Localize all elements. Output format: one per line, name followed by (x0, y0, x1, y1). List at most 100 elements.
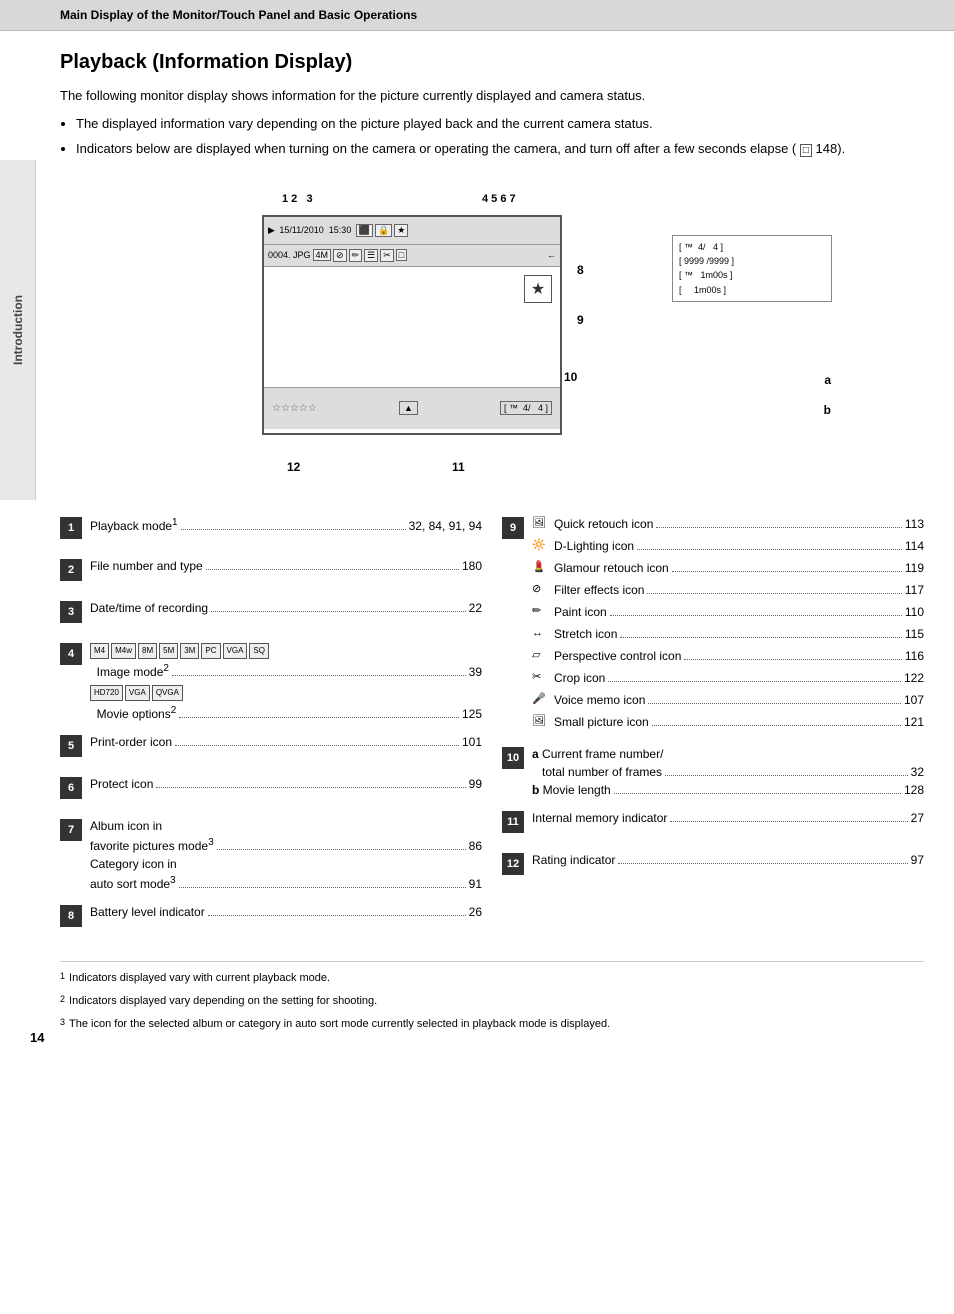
item-4-content: M4 M4w 8M 5M 3M PC VGA SQ Image mode2 (90, 641, 482, 723)
sub-item-small-picture: 🖼 Small picture icon 121 (532, 713, 924, 731)
item-10-pages-a: 32 (911, 763, 924, 781)
crop-text: Crop icon (554, 669, 605, 687)
item-8-leader (208, 915, 466, 916)
item-10-leader-a (665, 775, 908, 776)
item-11-leader (670, 821, 907, 822)
perspective-line: Perspective control icon 116 (554, 647, 924, 665)
item-11-num: 11 (502, 811, 524, 833)
intro-text1: The following monitor display shows info… (60, 88, 645, 103)
icon-5m: 5M (159, 643, 178, 659)
img-mode-2: ⊘ (333, 249, 347, 262)
page: Main Display of the Monitor/Touch Panel … (0, 0, 954, 1059)
item-10-content: a Current frame number/ total number of … (532, 745, 924, 799)
item-7-row: 7 Album icon in favorite pictures mode3 … (60, 817, 482, 893)
item-10-num: 10 (502, 747, 524, 769)
item-6-line: Protect icon 99 (90, 775, 482, 793)
icon-4m: M4 (90, 643, 109, 659)
item-1-num: 1 (60, 517, 82, 539)
item-9-num: 9 (502, 517, 524, 539)
item-7-text-d: auto sort mode3 (90, 873, 176, 893)
frame-line-1: [ ™ 4/ 4 ] (679, 240, 825, 254)
footnote-1-sup: 1 (60, 970, 65, 989)
diagram-area: 1 2 3 4 5 6 7 ▶ 15/11/2010 15:30 ⬛ 🔒 ★ 0 (60, 175, 924, 495)
item-4-icons-b: HD720 VGA QVGA (90, 685, 482, 701)
item-10-text-b: b Movie length (532, 781, 611, 799)
paint-leader (610, 615, 902, 616)
item-7-text-b: favorite pictures mode3 (90, 835, 214, 855)
quick-retouch-text: Quick retouch icon (554, 515, 653, 533)
item-6-content: Protect icon 99 (90, 775, 482, 793)
diag-label-123: 1 2 3 (282, 193, 313, 205)
section-title: Playback (Information Display) (60, 51, 924, 74)
ref-icon: □ (800, 144, 812, 157)
filter-effects-icon: ⊘ (532, 581, 550, 598)
item-5-pages: 101 (462, 733, 482, 751)
item-7-line-c: Category icon in (90, 855, 482, 873)
item-7-pages-a: 86 (469, 837, 482, 855)
item-4-text-b: Movie options2 (90, 703, 176, 723)
item-9-sub-items: 🖼 Quick retouch icon 113 🔆 (532, 515, 924, 731)
dlighting-text: D-Lighting icon (554, 537, 634, 555)
quick-retouch-line: Quick retouch icon 113 (554, 515, 924, 533)
item-3-content: Date/time of recording 22 (90, 599, 482, 617)
item-1-row: 1 Playback mode1 32, 84, 91, 94 (60, 515, 482, 547)
sub-item-stretch: ↔ Stretch icon 115 (532, 625, 924, 643)
dlighting-line: D-Lighting icon 114 (554, 537, 924, 555)
item-7-content: Album icon in favorite pictures mode3 86… (90, 817, 482, 893)
arrow-indicator: ← (547, 250, 556, 260)
sub-item-quick-retouch: 🖼 Quick retouch icon 113 (532, 515, 924, 533)
date-time: 15/11/2010 15:30 (277, 225, 354, 235)
crop-line: Crop icon 122 (554, 669, 924, 687)
perspective-control-icon: ▱ (532, 647, 550, 664)
diagram-container: 1 2 3 4 5 6 7 ▶ 15/11/2010 15:30 ⬛ 🔒 ★ 0 (152, 175, 832, 495)
item-11-content: Internal memory indicator 27 (532, 809, 924, 827)
glamour-pages: 119 (905, 559, 924, 577)
item-4-text-a: Image mode2 (90, 661, 169, 681)
item-2-pages: 180 (462, 557, 482, 575)
item-7-pages-b: 91 (469, 875, 482, 893)
small-picture-leader (652, 725, 901, 726)
page-header: Main Display of the Monitor/Touch Panel … (0, 0, 954, 31)
footnote-1: 1 Indicators displayed vary with current… (60, 970, 924, 989)
item-5-line: Print-order icon 101 (90, 733, 482, 751)
filter-pages: 117 (905, 581, 924, 599)
item-3-text: Date/time of recording (90, 599, 208, 617)
sub-item-glamour: 💄 Glamour retouch icon 119 (532, 559, 924, 577)
item-10-line-a: a Current frame number/ (532, 745, 924, 763)
crop-leader (608, 681, 901, 682)
quick-retouch-pages: 113 (905, 515, 924, 533)
stretch-line: Stretch icon 115 (554, 625, 924, 643)
item-4-row: 4 M4 M4w 8M 5M 3M PC VGA SQ (60, 641, 482, 723)
sub-item-filter: ⊘ Filter effects icon 117 (532, 581, 924, 599)
item-7-leader-a (217, 849, 466, 850)
diag-num-10: 10 (564, 370, 577, 384)
item-5-content: Print-order icon 101 (90, 733, 482, 751)
img-mode-4: ☰ (364, 249, 378, 262)
footnote-2-sup: 2 (60, 993, 65, 1012)
item-12-line: Rating indicator 97 (532, 851, 924, 869)
item-8-pages: 26 (469, 903, 482, 921)
item-8-line: Battery level indicator 26 (90, 903, 482, 921)
screen-top-bar: ▶ 15/11/2010 15:30 ⬛ 🔒 ★ (264, 217, 560, 245)
footnote-1-text: Indicators displayed vary with current p… (69, 970, 330, 989)
perspective-leader (684, 659, 901, 660)
left-column: 1 Playback mode1 32, 84, 91, 94 2 (60, 515, 482, 945)
item-7-num: 7 (60, 819, 82, 841)
glamour-leader (672, 571, 902, 572)
item-10-text-a2: total number of frames (532, 763, 662, 781)
img-mode-6: □ (396, 249, 407, 261)
img-mode-3: ✏ (349, 249, 363, 262)
item-7-line-d: auto sort mode3 91 (90, 873, 482, 893)
item-6-row: 6 Protect icon 99 (60, 775, 482, 807)
bullet-item-1: The displayed information vary depending… (76, 114, 924, 134)
icon-3m: 3M (180, 643, 199, 659)
item-2-leader (206, 569, 459, 570)
item-11-text: Internal memory indicator (532, 809, 667, 827)
item-4-num: 4 (60, 643, 82, 665)
item-1-line: Playback mode1 32, 84, 91, 94 (90, 515, 482, 535)
voice-memo-pages: 107 (904, 691, 924, 709)
diag-label-a: a (824, 373, 831, 387)
item-5-leader (175, 745, 459, 746)
item-1-leader (181, 529, 406, 530)
item-7-line-b: favorite pictures mode3 86 (90, 835, 482, 855)
